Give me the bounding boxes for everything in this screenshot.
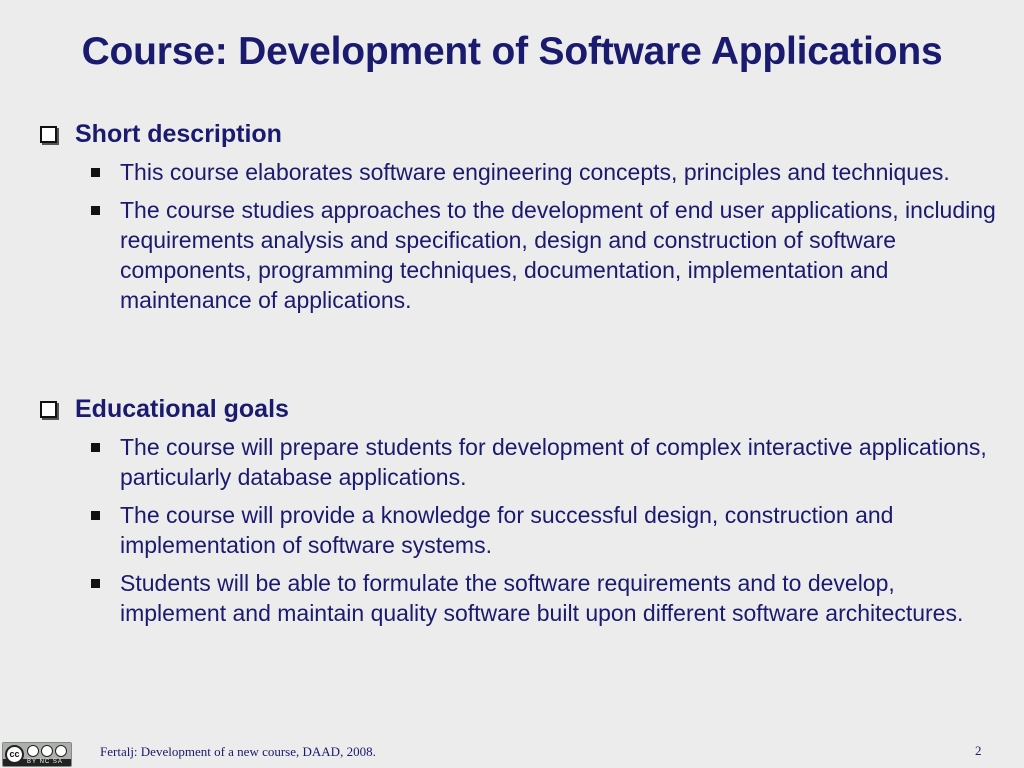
checkbox-bullet-icon (40, 400, 57, 418)
list-item: Students will be able to formulate the s… (40, 568, 1000, 628)
list-item-text: This course elaborates software engineer… (120, 159, 950, 185)
checkbox-bullet-icon (40, 125, 57, 143)
list-item: The course will provide a knowledge for … (40, 500, 1000, 560)
list-item: This course elaborates software engineer… (40, 157, 1000, 187)
slide-title: Course: Development of Software Applicat… (81, 30, 943, 73)
list-item-text: The course studies approaches to the dev… (120, 197, 996, 313)
license-terms: BY NC SA (27, 759, 63, 765)
bullet-list: The course will prepare students for dev… (40, 432, 1000, 628)
cc-logo-icon: cc (5, 745, 24, 764)
attribution-icon (27, 745, 39, 757)
section-heading-label: Educational goals (75, 394, 289, 423)
page-number: 2 (975, 743, 982, 758)
bullet-list: This course elaborates software engineer… (40, 157, 1000, 315)
square-bullet-icon (91, 579, 100, 588)
list-item-text: The course will provide a knowledge for … (120, 502, 894, 558)
square-bullet-icon (91, 168, 100, 177)
section-heading: Short description (40, 119, 1000, 149)
list-item: The course will prepare students for dev… (40, 432, 1000, 492)
section-short-description: Short description This course elaborates… (40, 119, 1000, 315)
list-item-text: The course will prepare students for dev… (120, 434, 987, 490)
creative-commons-by-nc-sa-icon[interactable]: cc BY NC SA (2, 742, 72, 767)
square-bullet-icon (91, 511, 100, 520)
list-item-text: Students will be able to formulate the s… (120, 570, 964, 626)
sharealike-icon (55, 745, 67, 757)
section-heading-label: Short description (75, 119, 282, 148)
footer-citation: Fertalj: Development of a new course, DA… (100, 744, 376, 759)
section-heading: Educational goals (40, 394, 1000, 424)
section-educational-goals: Educational goals The course will prepar… (40, 394, 1000, 628)
square-bullet-icon (91, 206, 100, 215)
noncommercial-icon (41, 745, 53, 757)
list-item: The course studies approaches to the dev… (40, 195, 1000, 315)
square-bullet-icon (91, 443, 100, 452)
